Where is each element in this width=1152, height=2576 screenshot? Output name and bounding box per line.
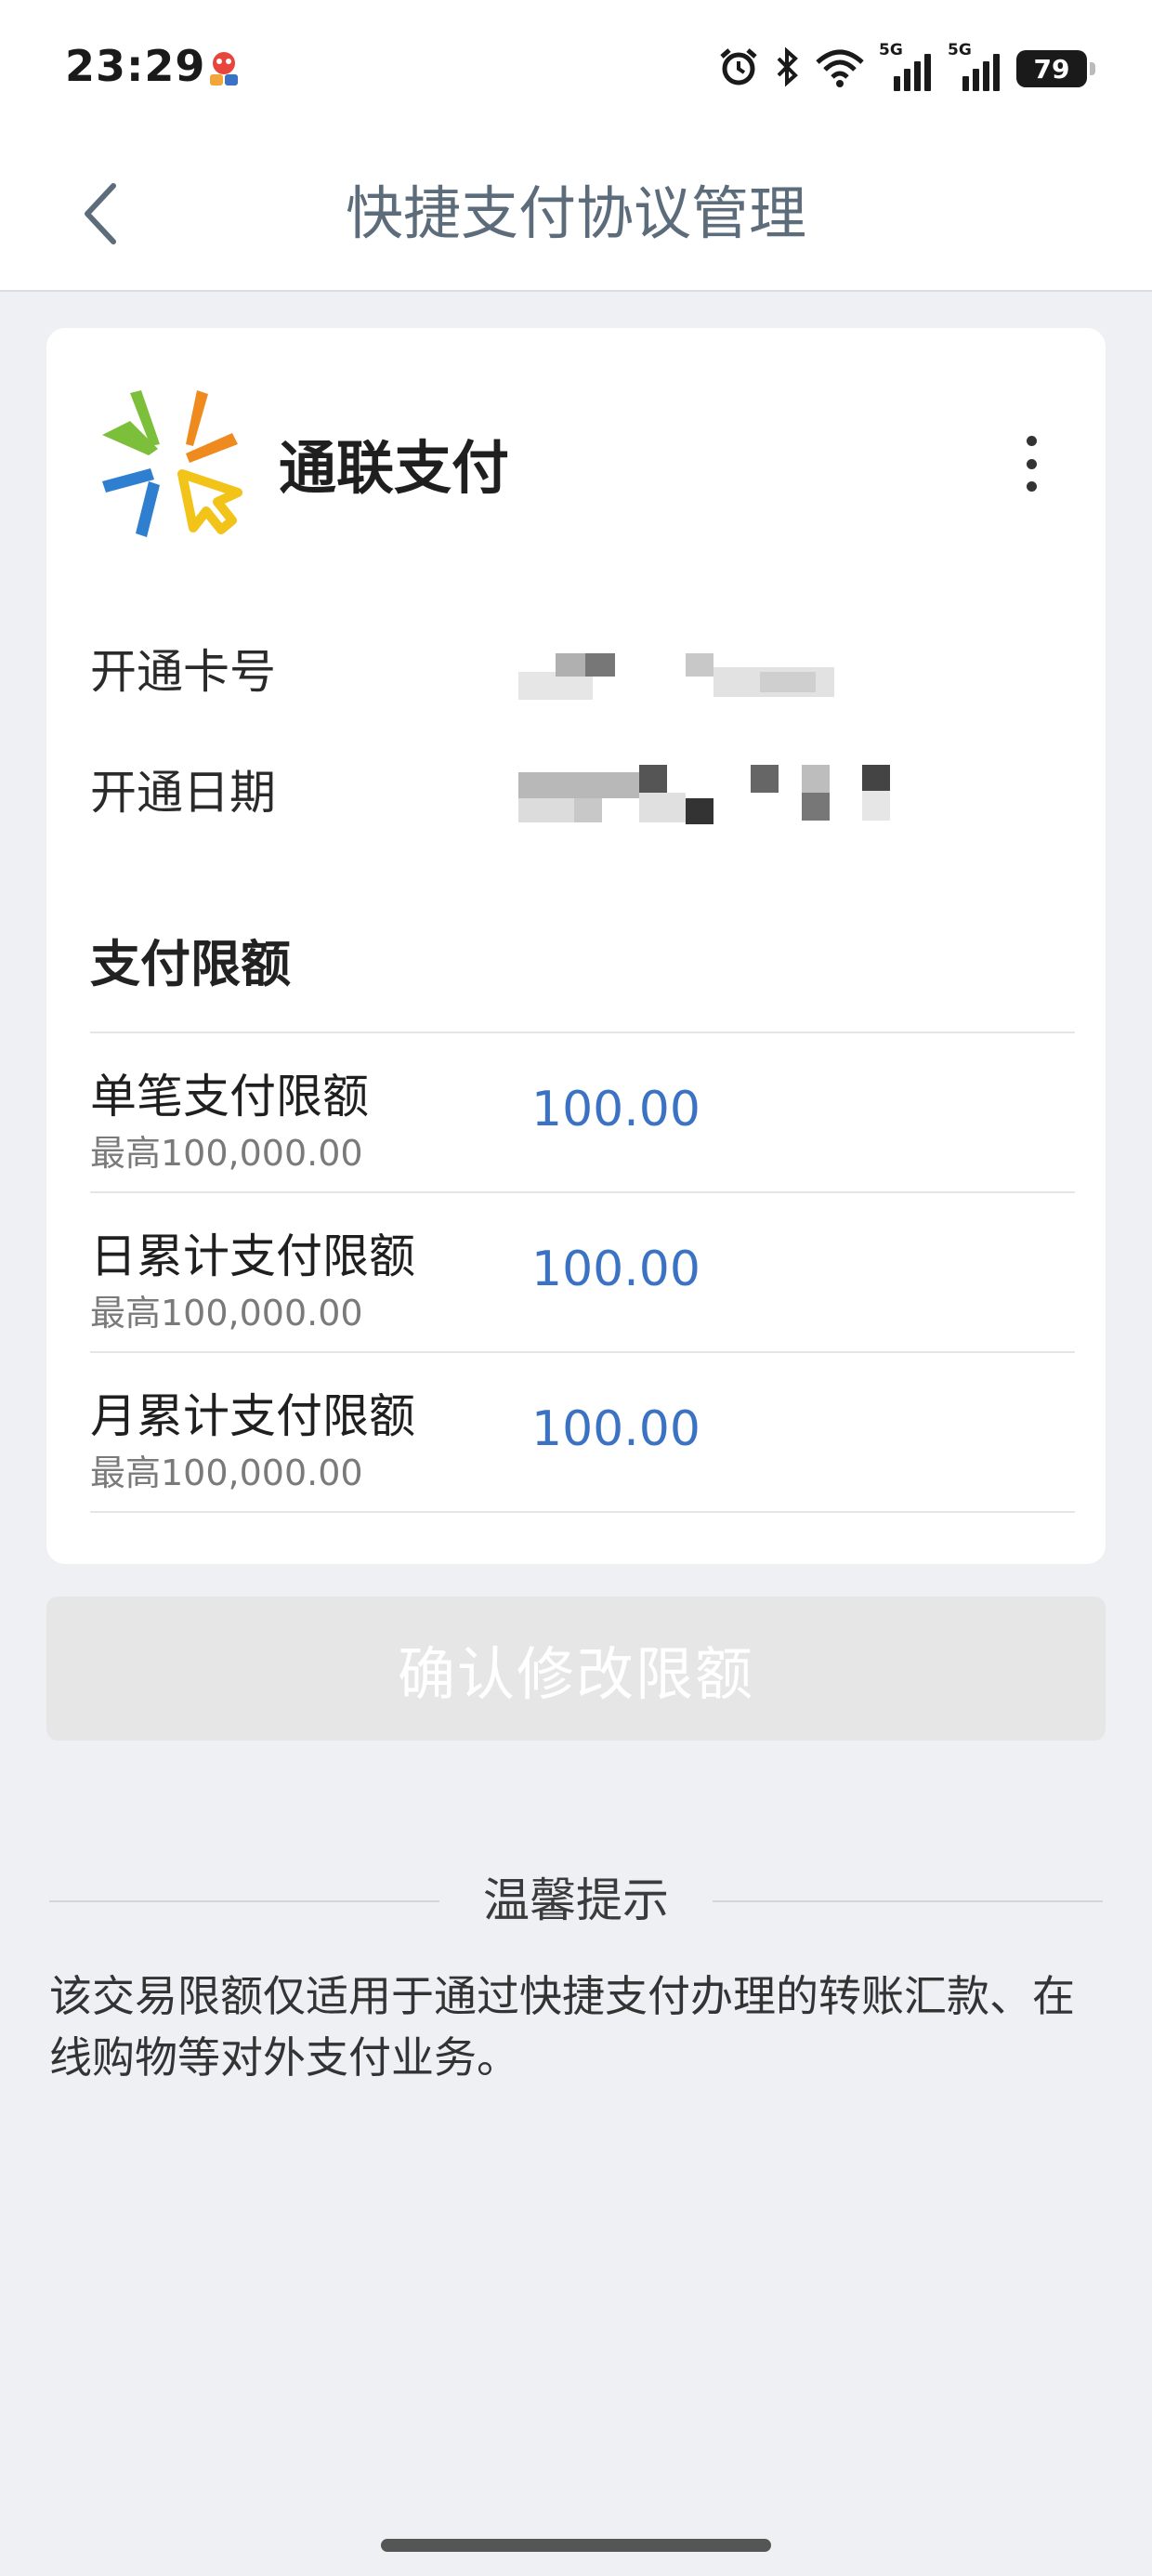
agreement-card: 通联支付 开通卡号 开通日期 支付限额 单笔支付限额 最高100,000.00 [46,328,1106,1564]
tips-header: 温馨提示 [49,1868,1103,1933]
cellular-signal-icon-2: 5G [948,41,1003,91]
limit-label: 单笔支付限额 [90,1070,369,1124]
limits-list: 单笔支付限额 最高100,000.00 日累计支付限额 最高100,000.00… [90,1032,1075,1513]
confirm-limit-button[interactable]: 确认修改限额 [46,1597,1106,1741]
battery-icon: 79 [1016,50,1095,87]
status-bar: 23:29 5G 5G 79 [0,0,1152,139]
limit-max-hint: 最高100,000.00 [90,1452,363,1493]
limit-row-daily: 日累计支付限额 最高100,000.00 [90,1191,1075,1351]
cellular-signal-icon-1: 5G [879,41,935,91]
limit-max-hint: 最高100,000.00 [90,1133,363,1174]
limit-max-hint: 最高100,000.00 [90,1293,363,1334]
more-vertical-icon[interactable] [1022,436,1041,492]
alarm-icon [717,46,760,92]
single-limit-input[interactable] [531,1082,903,1137]
masked-card-number [518,649,890,714]
status-time: 23:29 [65,41,206,91]
app-notification-icon [203,46,245,89]
nav-bar: 快捷支付协议管理 [0,139,1152,292]
tips-body: 该交易限额仅适用于通过快捷支付办理的转账汇款、在线购物等对外支付业务。 [49,1971,1075,2083]
limit-row-monthly: 月累计支付限额 最高100,000.00 [90,1351,1075,1513]
status-icons: 5G 5G 79 [717,41,1095,97]
monthly-limit-input[interactable] [531,1401,903,1457]
wifi-icon [814,46,866,92]
home-indicator[interactable] [381,2539,771,2552]
bluetooth-icon [773,46,801,92]
limits-section-title: 支付限额 [90,935,291,993]
limit-label: 日累计支付限额 [90,1229,415,1283]
merchant-name: 通联支付 [279,434,510,502]
masked-open-date [518,765,909,830]
open-date-label: 开通日期 [90,766,276,820]
allinpay-logo-icon [93,388,246,542]
card-number-label: 开通卡号 [90,645,276,699]
limit-label: 月累计支付限额 [90,1389,415,1443]
limit-row-single: 单笔支付限额 最高100,000.00 [90,1032,1075,1191]
tips-title: 温馨提示 [483,1873,669,1927]
page-title: 快捷支付协议管理 [345,179,806,247]
daily-limit-input[interactable] [531,1242,903,1297]
